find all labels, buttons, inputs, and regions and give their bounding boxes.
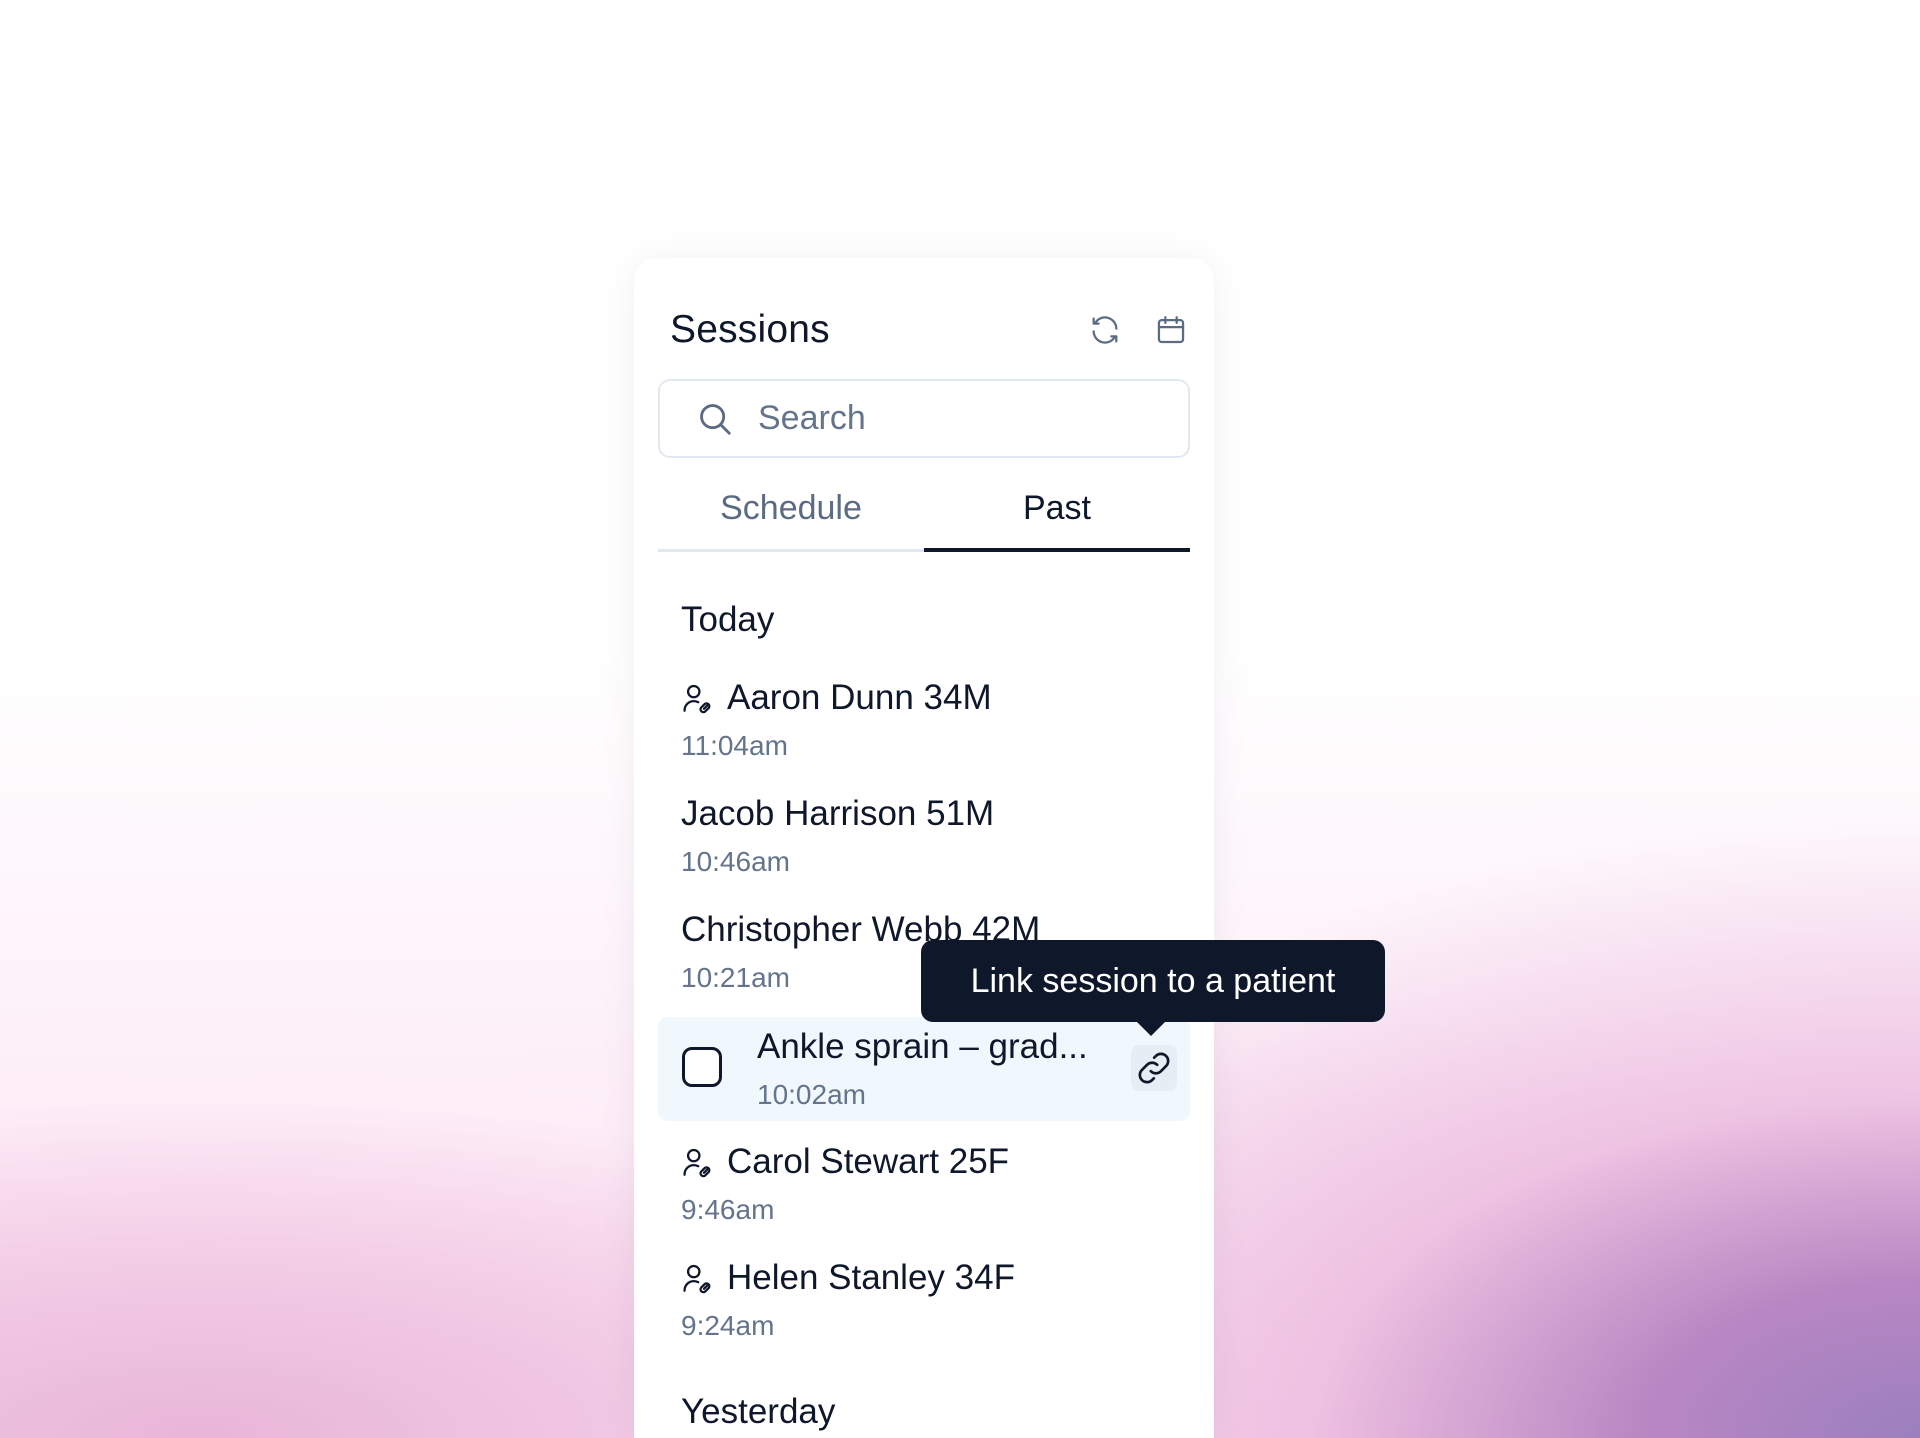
session-name-line: Jacob Harrison 51M — [681, 794, 994, 834]
session-name-line: Carol Stewart 25F — [681, 1142, 1009, 1182]
session-time: 10:02am — [757, 1079, 866, 1110]
session-time: 10:46am — [681, 846, 790, 877]
session-name: Helen Stanley 34F — [727, 1258, 1015, 1297]
session-name-line: Ankle sprain – grad... — [757, 1027, 1088, 1067]
session-row[interactable]: Aaron Dunn 34M 11:04am — [658, 668, 1190, 772]
linked-patient-icon — [683, 1264, 711, 1294]
session-checkbox[interactable] — [682, 1047, 722, 1087]
sessions-panel: Sessions Search Schedule Past Today Aaro… — [634, 258, 1214, 1438]
search-icon — [700, 403, 731, 435]
session-row[interactable]: Helen Stanley 34F 9:24am — [658, 1248, 1190, 1352]
refresh-icon — [1092, 316, 1118, 344]
linked-patient-icon — [683, 684, 711, 714]
session-name: Aaron Dunn 34M — [727, 678, 992, 717]
panel-header: Sessions — [670, 306, 1190, 354]
session-name: Ankle sprain – grad... — [757, 1027, 1088, 1066]
page-title: Sessions — [670, 308, 830, 351]
session-time: 10:21am — [681, 962, 790, 993]
session-name-line: Aaron Dunn 34M — [681, 678, 992, 718]
session-row[interactable]: Jacob Harrison 51M 10:46am — [658, 784, 1190, 888]
link-tooltip: Link session to a patient — [921, 940, 1385, 1036]
refresh-button[interactable] — [1086, 311, 1124, 349]
section-heading-today: Today — [681, 600, 775, 639]
header-actions — [1086, 311, 1190, 349]
link-icon — [1138, 1052, 1170, 1084]
calendar-icon — [1157, 316, 1185, 344]
calendar-button[interactable] — [1152, 311, 1190, 349]
search-box[interactable] — [658, 379, 1190, 458]
session-row[interactable]: Carol Stewart 25F 9:46am — [658, 1132, 1190, 1236]
tab-bar: Schedule Past — [658, 468, 1190, 552]
session-name-line: Helen Stanley 34F — [681, 1258, 1015, 1298]
session-time: 9:46am — [681, 1194, 775, 1225]
session-time: 11:04am — [681, 730, 788, 761]
search-input[interactable] — [758, 399, 1138, 438]
session-time: 9:24am — [681, 1310, 775, 1341]
session-name: Carol Stewart 25F — [727, 1142, 1010, 1181]
session-row-selected[interactable]: Ankle sprain – grad... 10:02am — [658, 1017, 1190, 1121]
tab-schedule[interactable]: Schedule — [658, 468, 924, 549]
linked-patient-icon — [683, 1148, 711, 1178]
section-heading-yesterday: Yesterday — [681, 1392, 836, 1431]
tab-past[interactable]: Past — [924, 468, 1190, 552]
link-patient-button[interactable] — [1131, 1045, 1177, 1091]
session-name: Jacob Harrison 51M — [681, 794, 995, 833]
